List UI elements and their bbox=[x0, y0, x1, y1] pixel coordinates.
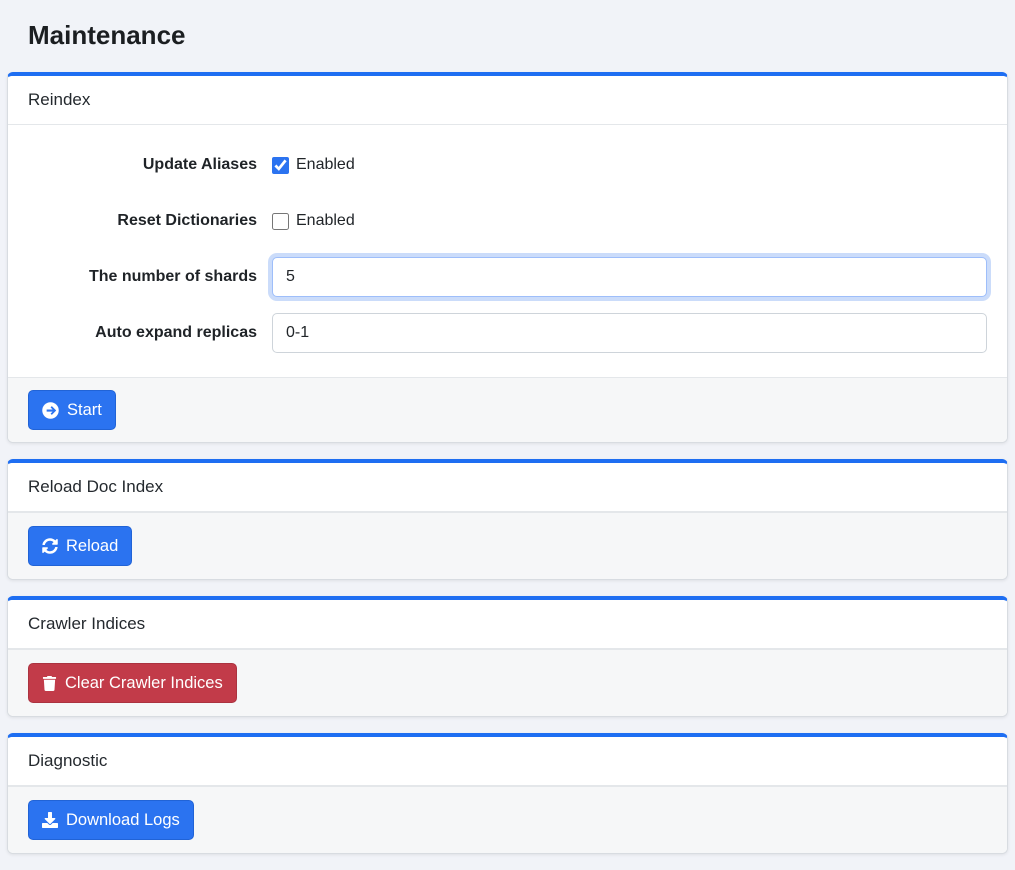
number-of-shards-row: The number of shards bbox=[28, 257, 987, 297]
diagnostic-card-footer: Download Logs bbox=[8, 786, 1007, 853]
auto-expand-replicas-label: Auto expand replicas bbox=[28, 324, 257, 342]
update-aliases-checkbox[interactable] bbox=[272, 157, 289, 174]
download-logs-button[interactable]: Download Logs bbox=[28, 800, 194, 840]
arrow-circle-right-icon bbox=[42, 402, 59, 419]
diagnostic-card: Diagnostic Download Logs bbox=[7, 733, 1008, 854]
reload-button-label: Reload bbox=[66, 537, 118, 556]
crawler-indices-card-title: Crawler Indices bbox=[8, 600, 1007, 649]
clear-crawler-indices-button-label: Clear Crawler Indices bbox=[65, 674, 223, 693]
page-title: Maintenance bbox=[0, 0, 1015, 53]
number-of-shards-label: The number of shards bbox=[28, 268, 257, 286]
update-aliases-checkbox-label: Enabled bbox=[296, 156, 355, 174]
reindex-form: Update Aliases Enabled Reset Dictionarie… bbox=[8, 125, 1007, 377]
number-of-shards-input[interactable] bbox=[272, 257, 987, 297]
update-aliases-label: Update Aliases bbox=[28, 156, 257, 174]
reload-button[interactable]: Reload bbox=[28, 526, 132, 566]
auto-expand-replicas-row: Auto expand replicas bbox=[28, 313, 987, 353]
auto-expand-replicas-input[interactable] bbox=[272, 313, 987, 353]
start-button[interactable]: Start bbox=[28, 390, 116, 430]
download-logs-button-label: Download Logs bbox=[66, 811, 180, 830]
crawler-indices-card: Crawler Indices Clear Crawler Indices bbox=[7, 596, 1008, 717]
update-aliases-row: Update Aliases Enabled bbox=[28, 145, 987, 185]
reload-doc-index-card-footer: Reload bbox=[8, 512, 1007, 579]
reload-doc-index-card-title: Reload Doc Index bbox=[8, 463, 1007, 512]
diagnostic-card-title: Diagnostic bbox=[8, 737, 1007, 786]
reindex-card-title: Reindex bbox=[8, 76, 1007, 125]
reset-dictionaries-checkbox[interactable] bbox=[272, 213, 289, 230]
crawler-indices-card-footer: Clear Crawler Indices bbox=[8, 649, 1007, 716]
sync-icon bbox=[42, 538, 58, 554]
reset-dictionaries-label: Reset Dictionaries bbox=[28, 212, 257, 230]
reload-doc-index-card: Reload Doc Index Reload bbox=[7, 459, 1008, 580]
reset-dictionaries-checkbox-label: Enabled bbox=[296, 212, 355, 230]
reindex-card-footer: Start bbox=[8, 377, 1007, 442]
download-icon bbox=[42, 812, 58, 828]
trash-icon bbox=[42, 676, 57, 691]
clear-crawler-indices-button[interactable]: Clear Crawler Indices bbox=[28, 663, 237, 703]
main-content: Reindex Update Aliases Enabled Reset Dic… bbox=[0, 72, 1015, 854]
reset-dictionaries-row: Reset Dictionaries Enabled bbox=[28, 201, 987, 241]
reindex-card: Reindex Update Aliases Enabled Reset Dic… bbox=[7, 72, 1008, 443]
reset-dictionaries-checkbox-group[interactable]: Enabled bbox=[272, 212, 355, 230]
update-aliases-checkbox-group[interactable]: Enabled bbox=[272, 156, 355, 174]
start-button-label: Start bbox=[67, 401, 102, 420]
